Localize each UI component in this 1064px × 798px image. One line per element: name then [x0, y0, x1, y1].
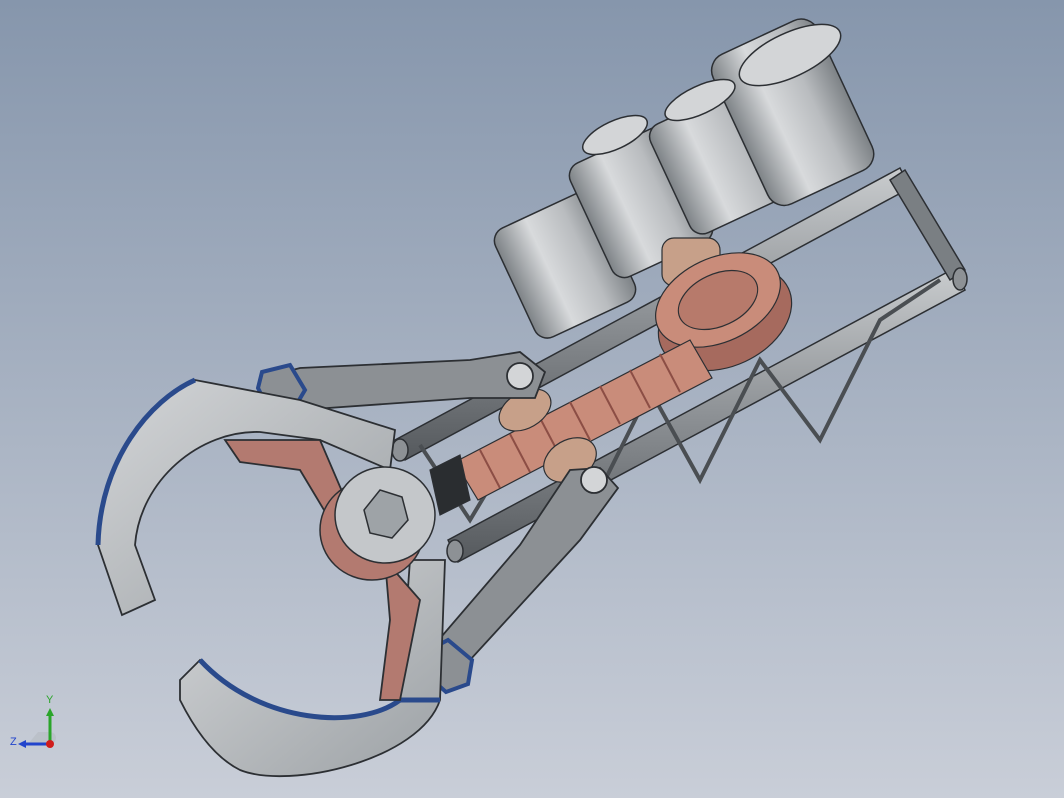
triad-axes	[18, 708, 56, 748]
cad-viewport[interactable]: Y Z	[0, 0, 1064, 798]
z-axis-label: Z	[10, 736, 17, 748]
view-orientation-triad[interactable]: Y Z	[10, 694, 70, 758]
gripper-3d-model[interactable]	[0, 0, 1064, 798]
y-axis-label: Y	[46, 694, 54, 706]
